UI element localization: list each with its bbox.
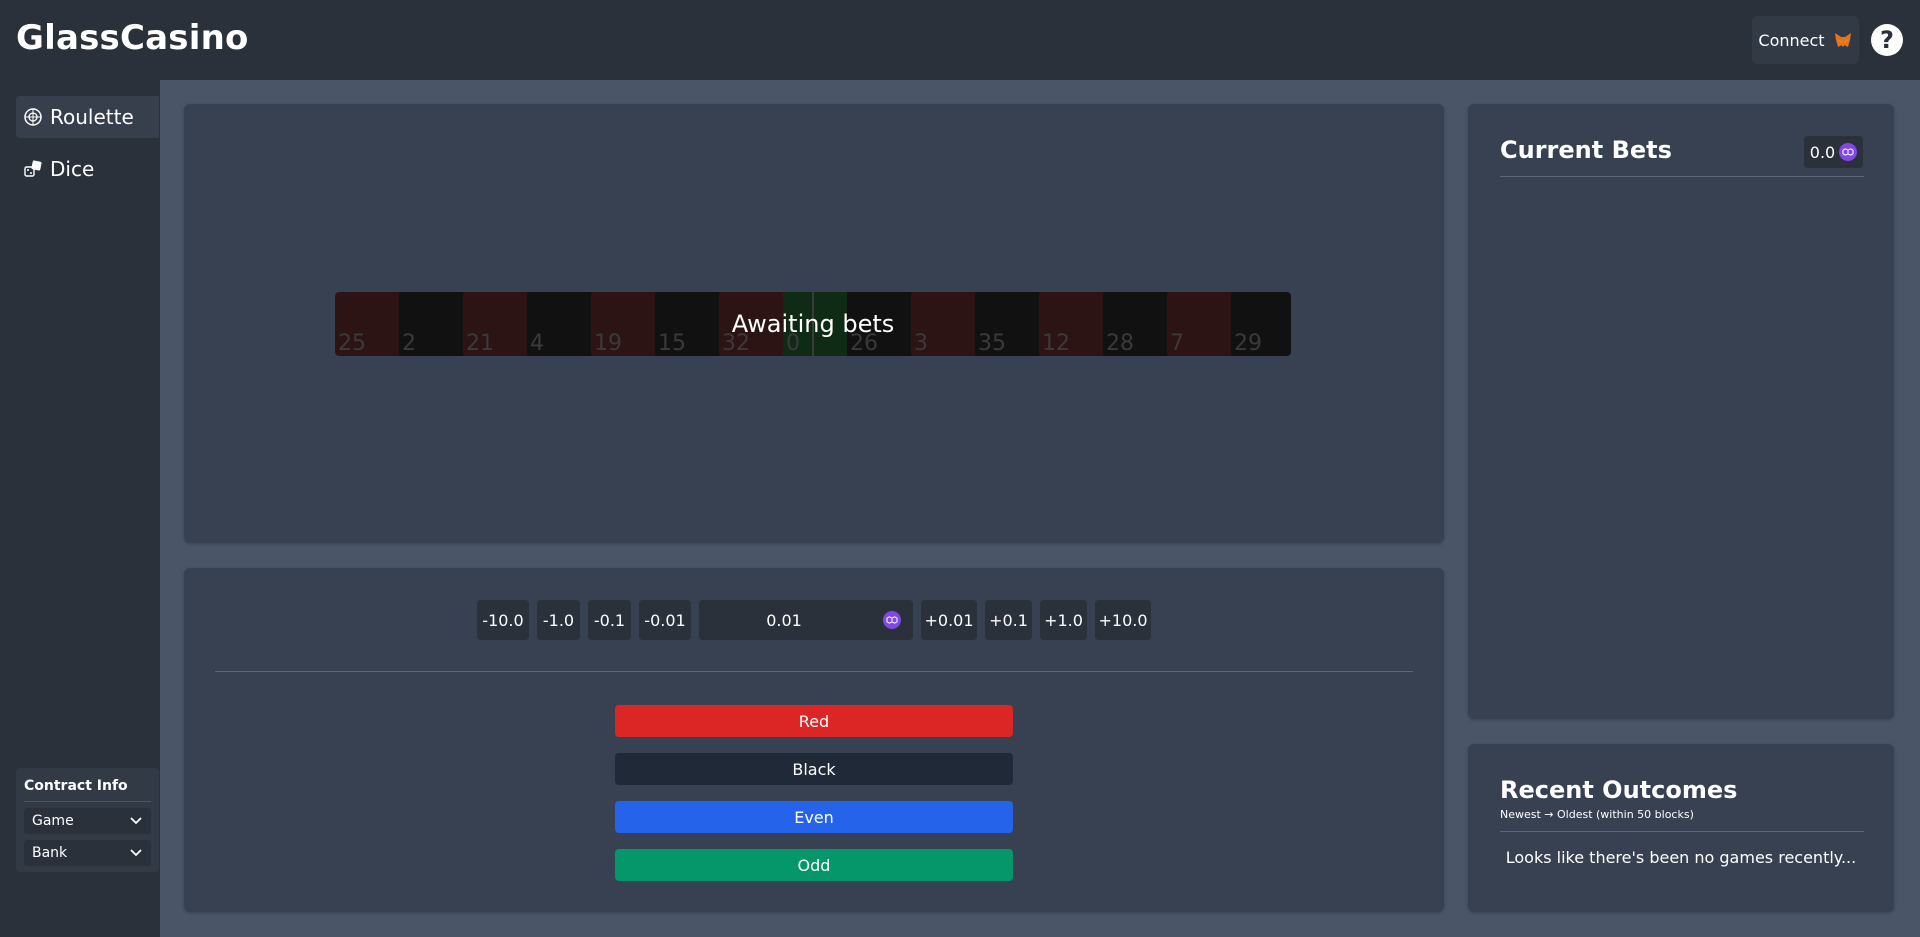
recent-outcomes-divider [1500, 831, 1864, 832]
sidebar-item-label: Roulette [50, 105, 134, 129]
increase-0.1-button[interactable]: +0.1 [985, 600, 1032, 640]
sidebar-item-dice[interactable]: Dice [16, 148, 159, 190]
increase-0.01-button[interactable]: +0.01 [921, 600, 977, 640]
current-bets-title: Current Bets [1500, 136, 1672, 164]
contract-info-panel: Contract Info Game Bank [16, 768, 159, 872]
betting-divider [215, 671, 1413, 672]
bet-black-button[interactable]: Black [615, 753, 1013, 785]
sidebar-item-label: Dice [50, 157, 95, 181]
connect-wallet-button[interactable]: Connect [1752, 16, 1859, 64]
matic-coin-icon [1839, 143, 1858, 161]
decrease-0.1-button[interactable]: -0.1 [588, 600, 631, 640]
decrease-10-button[interactable]: -10.0 [477, 600, 529, 640]
metamask-fox-icon [1834, 33, 1851, 47]
select-label: Game [32, 813, 74, 829]
chevron-down-icon [130, 849, 142, 857]
matic-coin-icon [883, 611, 901, 629]
dice-icon [24, 160, 42, 177]
current-bets-total: 0.0 [1804, 136, 1863, 168]
bet-amount-value[interactable]: 0.01 [699, 600, 869, 640]
contract-game-select[interactable]: Game [24, 808, 151, 834]
decrease-1-button[interactable]: -1.0 [537, 600, 580, 640]
sidebar-item-roulette[interactable]: Roulette [16, 96, 159, 138]
wheel-status-text: Awaiting bets [731, 310, 895, 338]
no-games-message: Looks like there's been no games recentl… [1505, 848, 1857, 867]
roulette-icon [24, 108, 42, 126]
top-bar: GlassCasino Connect ? [0, 0, 1920, 80]
chevron-down-icon [130, 817, 142, 825]
recent-outcomes-panel [1468, 744, 1894, 912]
decrease-0.01-button[interactable]: -0.01 [639, 600, 691, 640]
roulette-wheel-panel: 25 2 21 4 19 15 32 0 26 3 35 12 28 7 29 … [184, 104, 1444, 543]
current-bets-total-value: 0.0 [1809, 142, 1836, 162]
recent-outcomes-subtitle: Newest → Oldest (within 50 blocks) [1500, 808, 1694, 821]
bet-red-button[interactable]: Red [615, 705, 1013, 737]
increase-1-button[interactable]: +1.0 [1040, 600, 1087, 640]
current-bets-divider [1500, 176, 1864, 177]
increase-10-button[interactable]: +10.0 [1095, 600, 1151, 640]
help-button[interactable]: ? [1871, 24, 1903, 56]
bet-even-button[interactable]: Even [615, 801, 1013, 833]
bet-odd-button[interactable]: Odd [615, 849, 1013, 881]
connect-label: Connect [1758, 30, 1825, 50]
bet-amount-input[interactable]: 0.01 [699, 600, 913, 640]
contract-info-title: Contract Info [24, 778, 151, 802]
app-logo[interactable]: GlassCasino [16, 18, 249, 58]
contract-bank-select[interactable]: Bank [24, 840, 151, 866]
recent-outcomes-title: Recent Outcomes [1500, 776, 1738, 804]
current-bets-panel [1468, 104, 1894, 719]
sidebar: Roulette Dice Contract Info Game Bank [0, 80, 160, 937]
select-label: Bank [32, 845, 68, 861]
